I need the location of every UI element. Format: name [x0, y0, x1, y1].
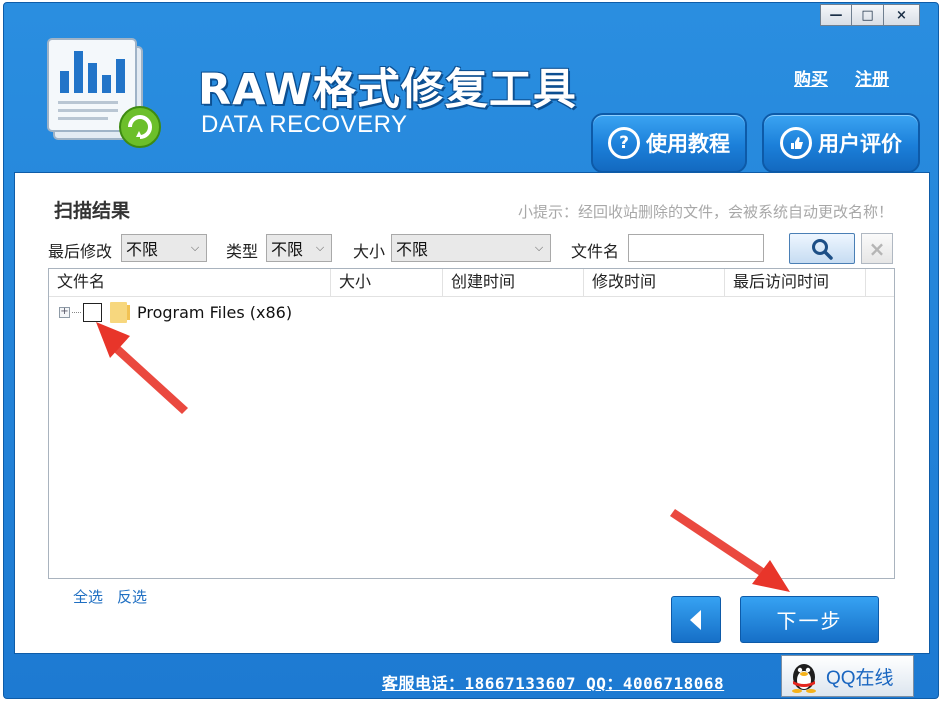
search-icon — [812, 238, 833, 260]
tree-connector — [72, 311, 81, 313]
column-header-accessed[interactable]: 最后访问时间 — [725, 269, 866, 297]
review-icon — [780, 127, 812, 159]
tutorial-button-label: 使用教程 — [646, 132, 730, 156]
last-modified-value: 不限 — [126, 240, 159, 259]
last-modified-label: 最后修改 — [48, 242, 113, 261]
column-header-size[interactable]: 大小 — [331, 269, 443, 297]
close-icon: × — [868, 236, 886, 261]
close-button[interactable]: × — [884, 4, 920, 26]
type-label: 类型 — [226, 242, 259, 261]
filename-label: 文件名 — [571, 242, 620, 261]
qq-online-label: QQ在线 — [826, 667, 894, 689]
question-icon: ? — [608, 127, 640, 159]
next-button[interactable]: 下一步 — [740, 596, 879, 643]
app-subtitle: DATA RECOVERY — [201, 111, 408, 138]
type-value: 不限 — [271, 240, 304, 259]
chevron-down-icon: ⌵ — [190, 241, 200, 254]
size-select[interactable]: 不限 ⌵ — [391, 234, 551, 262]
size-value: 不限 — [396, 240, 429, 259]
tutorial-button[interactable]: ? 使用教程 — [591, 113, 747, 173]
minimize-button[interactable]: — — [820, 4, 852, 26]
row-checkbox[interactable] — [83, 302, 102, 322]
review-button[interactable]: 用户评价 — [762, 113, 920, 173]
maximize-button[interactable]: □ — [852, 4, 884, 26]
chevron-left-icon — [690, 609, 701, 630]
expand-icon[interactable]: + — [59, 306, 70, 318]
type-select[interactable]: 不限 ⌵ — [266, 234, 332, 262]
prev-button[interactable] — [671, 596, 721, 643]
contact-info[interactable]: 客服电话：18667133607 QQ：4006718068 — [382, 670, 724, 694]
clear-search-button[interactable]: × — [861, 233, 893, 264]
file-list[interactable]: 文件名 大小 创建时间 修改时间 最后访问时间 + Program Files … — [48, 268, 895, 579]
column-header-created[interactable]: 创建时间 — [443, 269, 584, 297]
search-button[interactable] — [789, 233, 855, 264]
app-logo-icon — [47, 38, 161, 148]
column-header-modified[interactable]: 修改时间 — [584, 269, 725, 297]
app-title: RAW格式修复工具 — [198, 65, 577, 115]
qq-online-button[interactable]: QQ在线 — [781, 655, 914, 697]
invert-select-link[interactable]: 反选 — [117, 586, 147, 607]
last-modified-select[interactable]: 不限 ⌵ — [121, 234, 207, 262]
window-controls: — □ × — [820, 4, 920, 26]
chevron-down-icon: ⌵ — [534, 241, 544, 254]
register-link[interactable]: 注册 — [855, 65, 889, 90]
panel-title: 扫描结果 — [54, 200, 131, 222]
row-name: Program Files (x86) — [137, 302, 293, 322]
column-header-name[interactable]: 文件名 — [49, 269, 331, 297]
review-button-label: 用户评价 — [818, 132, 902, 156]
scan-results-panel: 扫描结果 小提示：经回收站删除的文件，会被系统自动更改名称！ 最后修改 不限 ⌵… — [14, 172, 930, 654]
tip-text: 小提示：经回收站删除的文件，会被系统自动更改名称！ — [517, 203, 893, 221]
filename-input[interactable] — [628, 234, 764, 262]
list-item[interactable]: + Program Files (x86) — [49, 299, 894, 325]
app-window: — □ × RAW格式修复工具 DATA RECOVERY 购买 注册 ? 使用… — [3, 2, 939, 699]
qq-penguin-icon — [792, 664, 816, 693]
list-header: 文件名 大小 创建时间 修改时间 最后访问时间 — [49, 269, 894, 297]
size-label: 大小 — [353, 242, 386, 261]
chevron-down-icon: ⌵ — [315, 241, 325, 254]
folder-icon — [110, 301, 130, 323]
select-all-link[interactable]: 全选 — [73, 586, 103, 607]
buy-link[interactable]: 购买 — [794, 65, 828, 90]
